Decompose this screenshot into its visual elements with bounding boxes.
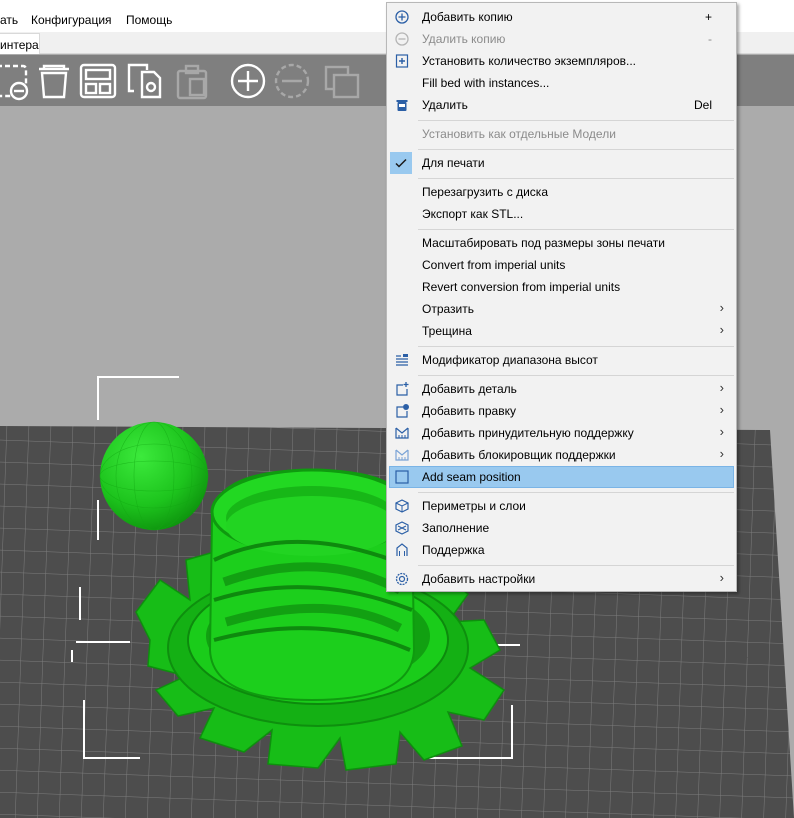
menu-item-remove-instance[interactable]: Удалить копию - <box>389 28 734 50</box>
menu-item-mirror[interactable]: Отразить › <box>389 298 734 320</box>
submenu-arrow-icon: › <box>719 402 724 417</box>
submenu-arrow-icon: › <box>719 570 724 585</box>
menu-item-revert-imperial[interactable]: Revert conversion from imperial units <box>389 276 734 298</box>
menu-item-height-range-modifier[interactable]: Модификатор диапазона высот <box>389 349 734 371</box>
menu-item-split[interactable]: Трещина › <box>389 320 734 342</box>
paste-icon[interactable] <box>176 64 208 100</box>
trash-icon <box>396 100 408 111</box>
menu-item-reload-from-disk[interactable]: Перезагрузить с диска <box>389 181 734 203</box>
minus-circle-icon <box>395 32 409 46</box>
sphere-model[interactable] <box>99 421 209 531</box>
menu-item-perimeters-layers[interactable]: Периметры и слои <box>389 495 734 517</box>
menu-item-add-part[interactable]: Добавить деталь › <box>389 378 734 400</box>
menu-item-delete[interactable]: Удалить Del <box>389 94 734 116</box>
menu-configuration[interactable]: Конфигурация <box>31 13 112 27</box>
split-objects-icon[interactable] <box>324 65 360 99</box>
menu-separator <box>418 149 734 150</box>
trash-icon[interactable] <box>39 64 69 99</box>
menu-separator <box>418 120 734 121</box>
add-part-icon <box>396 382 409 396</box>
menu-separator <box>418 565 734 566</box>
remove-instance-icon[interactable] <box>274 63 310 99</box>
menu-item-add-support-blocker[interactable]: Добавить блокировщик поддержки › <box>389 444 734 466</box>
menu-separator <box>418 178 734 179</box>
submenu-arrow-icon: › <box>719 424 724 439</box>
infill-icon <box>395 521 409 535</box>
add-modifier-icon <box>396 404 409 418</box>
plus-circle-icon <box>395 10 409 24</box>
add-instance-icon[interactable] <box>230 63 266 99</box>
tab-printer-settings[interactable]: интера <box>0 33 40 54</box>
menu-item-set-instances[interactable]: Установить количество экземпляров... <box>389 50 734 72</box>
context-menu: Добавить копию + Удалить копию - Установ… <box>386 2 737 592</box>
menu-item-support[interactable]: Поддержка <box>389 539 734 561</box>
menu-item-printable[interactable]: Для печати <box>389 152 734 174</box>
menu-item-scale-to-bed[interactable]: Масштабировать под размеры зоны печати <box>389 232 734 254</box>
checkmark-icon <box>395 158 407 168</box>
menu-separator <box>418 492 734 493</box>
submenu-arrow-icon: › <box>719 380 724 395</box>
menu-separator <box>418 375 734 376</box>
delete-all-icon[interactable] <box>0 64 29 101</box>
menu-separator <box>418 346 734 347</box>
menu-item-split-to-objects[interactable]: Установить как отдельные Модели <box>389 123 734 145</box>
submenu-arrow-icon: › <box>719 446 724 461</box>
menu-item-add-instance[interactable]: Добавить копию + <box>389 6 734 28</box>
layers-icon <box>396 354 408 366</box>
menu-item-add-support-enforcer[interactable]: Добавить принудительную поддержку › <box>389 422 734 444</box>
copy-icon[interactable] <box>127 63 162 99</box>
instances-icon <box>395 54 409 68</box>
support-icon <box>396 543 408 556</box>
menu-file[interactable]: ать <box>0 13 18 27</box>
menu-item-convert-imperial[interactable]: Convert from imperial units <box>389 254 734 276</box>
submenu-arrow-icon: › <box>719 322 724 337</box>
settings-gear-icon <box>395 572 409 586</box>
support-enforcer-icon <box>395 427 409 439</box>
menu-separator <box>418 229 734 230</box>
menu-item-add-seam-position[interactable]: Add seam position <box>389 466 734 488</box>
support-blocker-icon <box>395 449 409 461</box>
menu-item-export-stl[interactable]: Экспорт как STL... <box>389 203 734 225</box>
menu-item-add-settings[interactable]: Добавить настройки › <box>389 568 734 590</box>
menu-item-fill-bed[interactable]: Fill bed with instances... <box>389 72 734 94</box>
arrange-icon[interactable] <box>79 63 117 99</box>
perimeters-icon <box>395 499 409 513</box>
menu-item-infill[interactable]: Заполнение <box>389 517 734 539</box>
menu-item-add-modifier[interactable]: Добавить правку › <box>389 400 734 422</box>
submenu-arrow-icon: › <box>719 300 724 315</box>
menu-help[interactable]: Помощь <box>126 13 172 27</box>
seam-icon <box>395 470 409 484</box>
